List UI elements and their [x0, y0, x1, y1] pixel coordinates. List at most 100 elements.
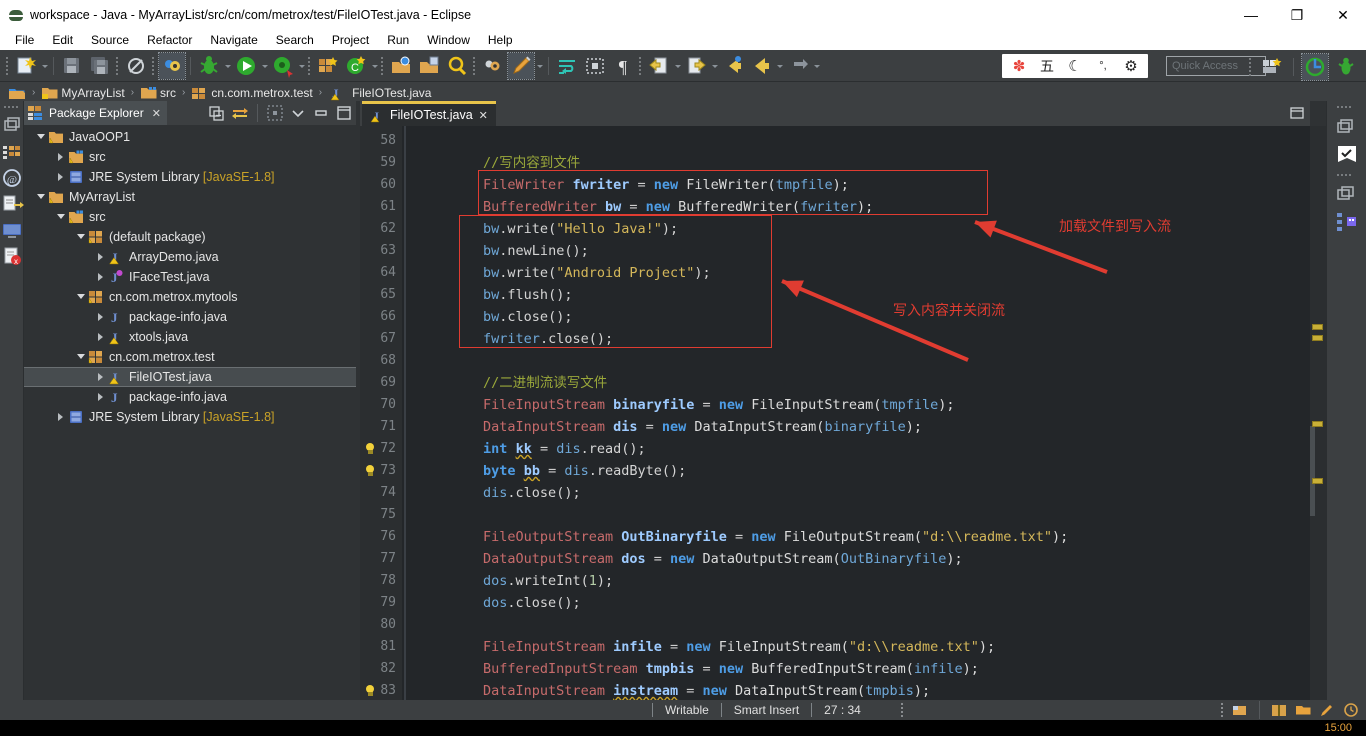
- package-icon[interactable]: [191, 85, 208, 101]
- code-line[interactable]: dis.close();: [418, 482, 581, 504]
- tree-row[interactable]: J ArrayDemo.java: [24, 247, 356, 267]
- chevron-right-icon[interactable]: [94, 267, 108, 287]
- chevron-right-icon[interactable]: [94, 387, 108, 407]
- punctuation-icon[interactable]: °,: [1094, 57, 1112, 75]
- new-class-button[interactable]: C: [343, 53, 369, 79]
- code-line[interactable]: bw.close();: [418, 306, 572, 328]
- code-line[interactable]: bw.newLine();: [418, 240, 589, 262]
- toggle-breakpoint-button[interactable]: [158, 51, 186, 80]
- java-file-warning-icon[interactable]: J: [328, 85, 343, 101]
- close-button[interactable]: ✕: [1320, 0, 1366, 30]
- previous-annotation-button[interactable]: [646, 53, 672, 79]
- toggle-word-wrap-button[interactable]: [554, 53, 580, 79]
- menu-navigate[interactable]: Navigate: [201, 30, 266, 50]
- warning-marker[interactable]: [1312, 478, 1323, 484]
- chevron-down-icon[interactable]: [74, 287, 88, 307]
- edit-button[interactable]: [507, 51, 535, 80]
- maximize-view-button[interactable]: [334, 103, 354, 123]
- menu-source[interactable]: Source: [82, 30, 138, 50]
- chevron-right-icon[interactable]: [54, 407, 68, 427]
- code-line[interactable]: DataInputStream dis = new DataInputStrea…: [418, 416, 922, 438]
- project-tree[interactable]: JavaOOP1 src JRE System Library [JavaSE-1.…: [24, 125, 356, 700]
- menu-search[interactable]: Search: [267, 30, 323, 50]
- code-line[interactable]: DataOutputStream dos = new DataOutputStr…: [418, 548, 963, 570]
- code-line[interactable]: //二进制流读写文件: [418, 372, 607, 394]
- chevron-right-icon[interactable]: [54, 167, 68, 187]
- back-button[interactable]: [748, 53, 774, 79]
- edit-caret[interactable]: [535, 53, 544, 79]
- minimize-editor-button[interactable]: [1288, 104, 1306, 122]
- prev-annotation-caret[interactable]: [673, 53, 682, 79]
- tree-row[interactable]: JRE System Library [JavaSE-1.8]: [24, 407, 356, 427]
- skip-breakpoints-button[interactable]: [123, 53, 149, 79]
- code-line[interactable]: FileOutputStream OutBinaryfile = new Fil…: [418, 526, 1068, 548]
- open-task-button[interactable]: [416, 53, 442, 79]
- tree-row[interactable]: MyArrayList: [24, 187, 356, 207]
- outline-view-icon[interactable]: [1327, 209, 1366, 237]
- code-line[interactable]: FileInputStream binaryfile = new FileInp…: [418, 394, 954, 416]
- chevron-right-icon[interactable]: [94, 247, 108, 267]
- code-line[interactable]: fwriter.close();: [418, 328, 613, 350]
- folder-icon[interactable]: [1294, 702, 1312, 718]
- tree-row[interactable]: JRE System Library [JavaSE-1.8]: [24, 167, 356, 187]
- debug-caret[interactable]: [223, 53, 232, 79]
- ime-mode-icon[interactable]: 五: [1038, 57, 1056, 75]
- overview-ruler[interactable]: [1310, 126, 1326, 700]
- toggle-block-selection-button[interactable]: [582, 53, 608, 79]
- project-icon[interactable]: [41, 85, 58, 101]
- tree-row-selected[interactable]: J FileIOTest.java: [24, 367, 356, 387]
- menu-edit[interactable]: Edit: [43, 30, 82, 50]
- close-icon[interactable]: ✕: [152, 107, 161, 120]
- menu-run[interactable]: Run: [378, 30, 418, 50]
- view-menu-button[interactable]: [288, 103, 308, 123]
- toolbar-grip-4[interactable]: [307, 56, 313, 75]
- chevron-right-icon[interactable]: [94, 327, 108, 347]
- chevron-down-icon[interactable]: [34, 127, 48, 147]
- minimize-button[interactable]: —: [1228, 0, 1274, 30]
- restore-view-icon[interactable]: [0, 113, 24, 139]
- tree-row[interactable]: J IFaceTest.java: [24, 267, 356, 287]
- code-line[interactable]: dos.writeInt(1);: [418, 570, 613, 592]
- last-edit-location-button[interactable]: [720, 53, 746, 79]
- code-line[interactable]: bw.write("Hello Java!");: [418, 218, 678, 240]
- chevron-down-icon[interactable]: [54, 207, 68, 227]
- java-perspective-button[interactable]: [1301, 53, 1329, 81]
- breadcrumb-item-src[interactable]: src: [160, 86, 176, 100]
- breadcrumb-item-project[interactable]: MyArrayList: [61, 86, 124, 100]
- task-list-icon[interactable]: [1327, 141, 1366, 169]
- collapse-all-button[interactable]: [207, 103, 227, 123]
- book-icon[interactable]: [1270, 702, 1288, 718]
- minimize-icon[interactable]: [1327, 181, 1366, 209]
- toolbar-grip-7[interactable]: [638, 56, 644, 75]
- code-line[interactable]: DataInputStream instream = new DataInput…: [418, 680, 930, 700]
- chevron-down-icon[interactable]: [34, 187, 48, 207]
- next-annotation-button[interactable]: [683, 53, 709, 79]
- build-status-icon[interactable]: [1231, 702, 1249, 718]
- toolbar-grip[interactable]: [5, 56, 11, 75]
- tree-row[interactable]: cn.com.metrox.mytools: [24, 287, 356, 307]
- source-folder-icon[interactable]: [140, 85, 157, 101]
- next-annotation-caret[interactable]: [710, 53, 719, 79]
- toolbar-grip-6[interactable]: [472, 56, 478, 75]
- tree-row[interactable]: Jpackage-info.java: [24, 387, 356, 407]
- code-line[interactable]: BufferedInputStream tmpbis = new Buffere…: [418, 658, 979, 680]
- code-line[interactable]: byte bb = dis.readByte();: [418, 460, 686, 482]
- coverage-caret[interactable]: [297, 53, 306, 79]
- code-line[interactable]: FileWriter fwriter = new FileWriter(tmpf…: [418, 174, 849, 196]
- new-java-project-button[interactable]: [315, 53, 341, 79]
- breadcrumb-item-package[interactable]: cn.com.metrox.test: [211, 86, 312, 100]
- run-button[interactable]: [233, 53, 259, 79]
- chevron-down-icon[interactable]: [74, 227, 88, 247]
- warning-marker[interactable]: [1312, 421, 1323, 427]
- close-icon[interactable]: ✕: [479, 109, 488, 122]
- save-all-button[interactable]: [87, 53, 113, 79]
- menu-help[interactable]: Help: [479, 30, 522, 50]
- breadcrumb-item-file[interactable]: FileIOTest.java: [352, 86, 431, 100]
- focus-on-active-task-button[interactable]: [265, 103, 285, 123]
- outline-icon[interactable]: [0, 191, 24, 217]
- chevron-right-icon[interactable]: [94, 307, 108, 327]
- status-right-grip[interactable]: [1219, 702, 1225, 718]
- console-icon[interactable]: [0, 217, 24, 243]
- save-button[interactable]: [59, 53, 85, 79]
- new-wizard-caret[interactable]: [40, 53, 49, 79]
